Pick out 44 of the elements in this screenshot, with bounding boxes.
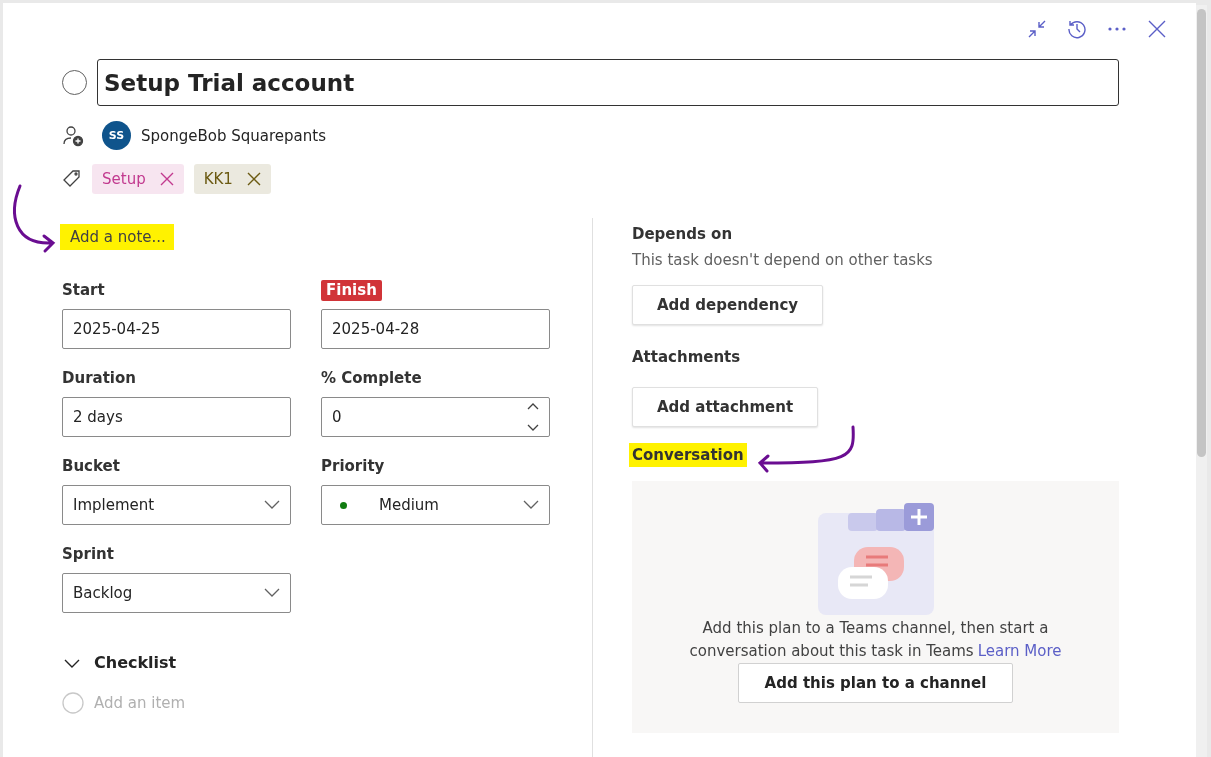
dropdown-field[interactable]: Medium — [321, 485, 550, 525]
field-label: Start — [62, 280, 105, 301]
input-field[interactable]: 0 — [321, 397, 550, 437]
avatar: SS — [102, 121, 131, 150]
field-label: Bucket — [62, 456, 120, 477]
scrollbar-thumb[interactable] — [1197, 9, 1206, 457]
conversation-message: Add this plan to a Teams channel, then start a conversation about this task in Teams Learn More — [688, 618, 1063, 662]
input-field[interactable]: 2025-04-25 — [62, 309, 291, 349]
tag-icon[interactable] — [62, 169, 82, 189]
field-label: Duration — [62, 368, 136, 389]
history-icon[interactable] — [1066, 18, 1088, 40]
person-add-icon[interactable] — [62, 124, 84, 147]
add-attachment-button[interactable]: Add attachment — [632, 387, 819, 427]
label-text: KK1 — [203, 170, 233, 188]
learn-more-link[interactable]: Learn More — [977, 642, 1062, 660]
input-field[interactable]: 2025-04-28 — [321, 309, 550, 349]
add-note-field[interactable]: Add a note... — [60, 224, 174, 250]
dropdown-field[interactable]: Implement — [62, 485, 291, 525]
chevron-down-icon — [264, 500, 280, 510]
section-heading: Depends on — [631, 224, 734, 245]
field-label: % Complete — [321, 368, 422, 389]
collapse-icon[interactable] — [1026, 18, 1048, 40]
section-heading: Attachments — [631, 347, 742, 368]
remove-icon[interactable] — [159, 172, 174, 186]
checklist-toggle[interactable]: Checklist — [62, 653, 177, 672]
input-field[interactable]: 2 days — [62, 397, 291, 437]
assignee-name: SpongeBob Squarepants — [141, 126, 326, 145]
section-heading: Conversation — [629, 443, 747, 467]
circle-icon — [62, 692, 84, 714]
close-icon[interactable] — [1146, 18, 1168, 40]
remove-icon[interactable] — [246, 172, 261, 186]
spin-arrows-icon[interactable] — [527, 402, 539, 432]
field-label: Sprint — [62, 544, 114, 565]
add-dependency-button[interactable]: Add dependency — [632, 285, 824, 325]
add-to-channel-button[interactable]: Add this plan to a channel — [737, 663, 1014, 703]
field-label: Finish — [321, 280, 382, 301]
dropdown-field[interactable]: Backlog — [62, 573, 291, 613]
chevron-down-icon — [523, 500, 539, 510]
field-label: Priority — [321, 456, 385, 477]
title-input-field[interactable]: Setup Trial account — [97, 59, 1119, 106]
label-text: Setup — [102, 170, 146, 188]
annotation-arrow — [13, 184, 55, 253]
depends-on-text: This task doesn't depend on other tasks — [632, 251, 934, 269]
chevron-down-icon — [264, 588, 280, 598]
